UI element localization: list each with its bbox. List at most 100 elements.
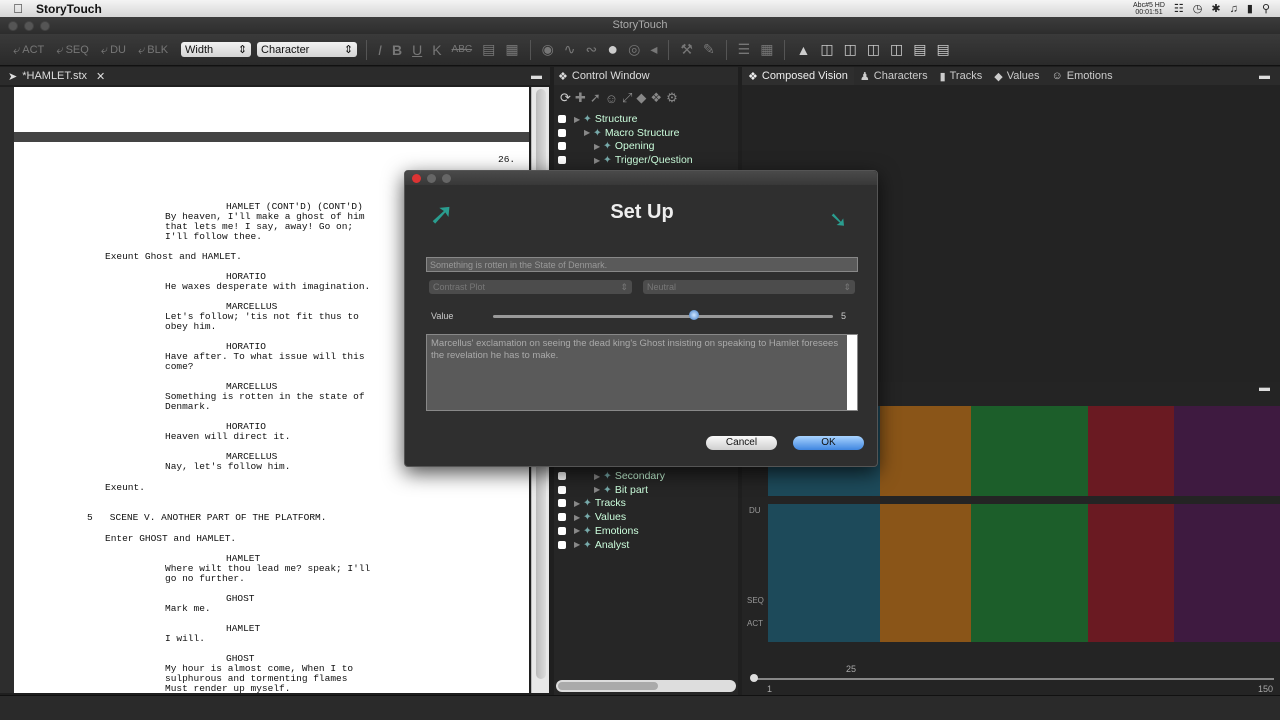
block-du-4[interactable] xyxy=(1088,504,1174,642)
script-line[interactable]: GHOST xyxy=(226,594,255,604)
bluetooth-icon[interactable]: ✱ xyxy=(1211,2,1220,15)
disclosure-triangle-icon[interactable]: ▶ xyxy=(574,513,583,522)
script-line[interactable]: He waxes desperate with imagination. xyxy=(165,282,370,292)
visibility-checkbox[interactable] xyxy=(558,485,566,494)
script-line[interactable]: Heaven will direct it. xyxy=(165,432,290,442)
layout-5-icon[interactable]: ▤ xyxy=(911,41,928,58)
tree-item[interactable]: ▶ ✦ Tracks xyxy=(556,496,738,510)
zoom-window-icon[interactable] xyxy=(40,21,50,31)
script-line[interactable]: Have after. To what issue will this xyxy=(165,352,365,362)
expand-icon[interactable]: ⤢ xyxy=(622,90,632,106)
apple-menu-icon[interactable]:  xyxy=(0,1,36,16)
tab-values[interactable]: ◆ Values xyxy=(988,67,1045,85)
minimize-panel-icon[interactable]: ▬ xyxy=(531,70,542,82)
k-button[interactable]: K xyxy=(430,42,443,58)
italic-button[interactable]: I xyxy=(376,42,384,58)
script-line[interactable]: Exeunt. xyxy=(105,483,145,493)
script-line[interactable]: Enter GHOST and HAMLET. xyxy=(105,534,236,544)
cancel-button[interactable]: Cancel xyxy=(706,436,777,450)
description-scrollbar[interactable] xyxy=(847,335,857,410)
script-line[interactable]: go no further. xyxy=(165,574,245,584)
wave-icon[interactable]: ∿ xyxy=(562,41,578,58)
block-development[interactable] xyxy=(971,406,1088,496)
grid-icon[interactable]: ▦ xyxy=(758,41,775,58)
visibility-checkbox[interactable] xyxy=(558,128,566,137)
note-icon[interactable]: ▦ xyxy=(503,41,520,58)
tree-item[interactable]: ▶ ✦ Bit part xyxy=(556,483,738,497)
disclosure-triangle-icon[interactable]: ▶ xyxy=(594,472,603,481)
visibility-checkbox[interactable] xyxy=(558,115,566,123)
rewind-icon[interactable]: ◂ xyxy=(648,41,659,58)
disclosure-triangle-icon[interactable]: ▶ xyxy=(584,128,593,137)
visibility-checkbox[interactable] xyxy=(558,526,566,535)
visibility-checkbox[interactable] xyxy=(558,513,566,522)
control-hscroll[interactable] xyxy=(556,680,736,692)
block-du-3[interactable] xyxy=(971,504,1088,642)
minimize-panel-icon[interactable]: ▬ xyxy=(1259,70,1270,82)
eye-icon[interactable]: ◉ xyxy=(540,41,556,58)
layout-4-icon[interactable]: ◫ xyxy=(888,41,905,58)
strikethrough-button[interactable]: ABC xyxy=(450,44,475,55)
disclosure-triangle-icon[interactable]: ▶ xyxy=(574,115,583,124)
script-line[interactable]: Denmark. xyxy=(165,402,211,412)
close-tab-icon[interactable]: ✕ xyxy=(96,70,105,83)
act-button[interactable]: ⤶ ACT xyxy=(10,42,47,58)
script-line[interactable]: I'll follow thee. xyxy=(165,232,262,242)
script-line[interactable]: 5 SCENE V. ANOTHER PART OF THE PLATFORM. xyxy=(87,513,326,523)
block-resolution[interactable] xyxy=(1174,406,1280,496)
timeline-track[interactable] xyxy=(754,678,1274,680)
value-icon[interactable]: ◆ xyxy=(636,90,646,106)
close-window-icon[interactable] xyxy=(8,21,18,31)
refresh-icon[interactable]: ⟳ xyxy=(560,90,571,106)
disclosure-triangle-icon[interactable]: ▶ xyxy=(594,485,603,494)
value-slider[interactable] xyxy=(493,315,833,318)
timeline[interactable]: 25 1 150 xyxy=(742,664,1280,694)
tab-characters[interactable]: ♟ Characters xyxy=(854,67,934,85)
value-slider-knob[interactable] xyxy=(688,310,699,320)
minimize-window-icon[interactable] xyxy=(24,21,34,31)
disclosure-triangle-icon[interactable]: ▶ xyxy=(594,142,603,151)
seq-button[interactable]: ⤶ SEQ xyxy=(53,42,92,58)
pin-icon[interactable]: ▲ xyxy=(794,42,812,58)
disclosure-triangle-icon[interactable]: ▶ xyxy=(574,526,583,535)
app-menu[interactable]: StoryTouch xyxy=(36,2,102,16)
tree-item[interactable]: ▶ ✦ Opening xyxy=(556,139,738,153)
visibility-checkbox[interactable] xyxy=(558,156,566,165)
tree-item[interactable]: ▶ ✦ Values xyxy=(556,510,738,524)
script-line[interactable]: come? xyxy=(165,362,194,372)
layout-6-icon[interactable]: ▤ xyxy=(935,41,952,58)
wrench-icon[interactable]: ⚒ xyxy=(678,41,695,58)
curve-icon[interactable]: ∾ xyxy=(584,41,600,58)
circle-button-icon[interactable]: ● xyxy=(605,39,620,60)
script-line[interactable]: HAMLET xyxy=(226,624,260,634)
disclosure-triangle-icon[interactable]: ▶ xyxy=(574,540,583,549)
setup-title-input[interactable] xyxy=(426,257,858,272)
tree-item[interactable]: ▶ ✦ Emotions xyxy=(556,524,738,538)
hscroll-thumb[interactable] xyxy=(558,682,658,690)
block-crisis[interactable] xyxy=(1088,406,1174,496)
minimize-panel-icon[interactable]: ▬ xyxy=(1259,382,1270,394)
time-machine-icon[interactable]: ◷ xyxy=(1193,2,1203,15)
plot-type-select[interactable]: Contrast Plot ⇕ xyxy=(429,280,632,294)
add-node-icon[interactable]: ✚ xyxy=(575,90,586,106)
script-line[interactable]: Mark me. xyxy=(165,604,211,614)
polarity-select[interactable]: Neutral ⇕ xyxy=(643,280,855,294)
tree-item[interactable]: ▶ ✦ Structure xyxy=(556,112,738,126)
script-line[interactable]: Nay, let's follow him. xyxy=(165,462,290,472)
spotlight-icon[interactable]: ⚲ xyxy=(1262,2,1270,15)
script-line[interactable]: Must render up myself. xyxy=(165,684,290,694)
move-icon[interactable]: ➚ xyxy=(590,90,601,106)
tag-icon[interactable]: ❖ xyxy=(650,90,662,106)
block-du-1[interactable] xyxy=(768,504,880,642)
page-icon[interactable]: ▤ xyxy=(480,41,497,58)
battery-icon[interactable]: ▮ xyxy=(1247,2,1253,15)
bold-button[interactable]: B xyxy=(390,42,404,58)
script-line[interactable]: Exeunt Ghost and HAMLET. xyxy=(105,252,242,262)
tree-item[interactable]: ▶ ✦ Secondary xyxy=(556,469,738,483)
target-icon[interactable]: ◎ xyxy=(626,41,642,58)
character-select[interactable]: Character ⇕ xyxy=(257,42,358,57)
layout-1-icon[interactable]: ◫ xyxy=(818,41,835,58)
list-icon[interactable]: ☰ xyxy=(736,41,753,58)
script-line[interactable]: I will. xyxy=(165,634,205,644)
wifi-icon[interactable]: ☷ xyxy=(1174,2,1184,15)
